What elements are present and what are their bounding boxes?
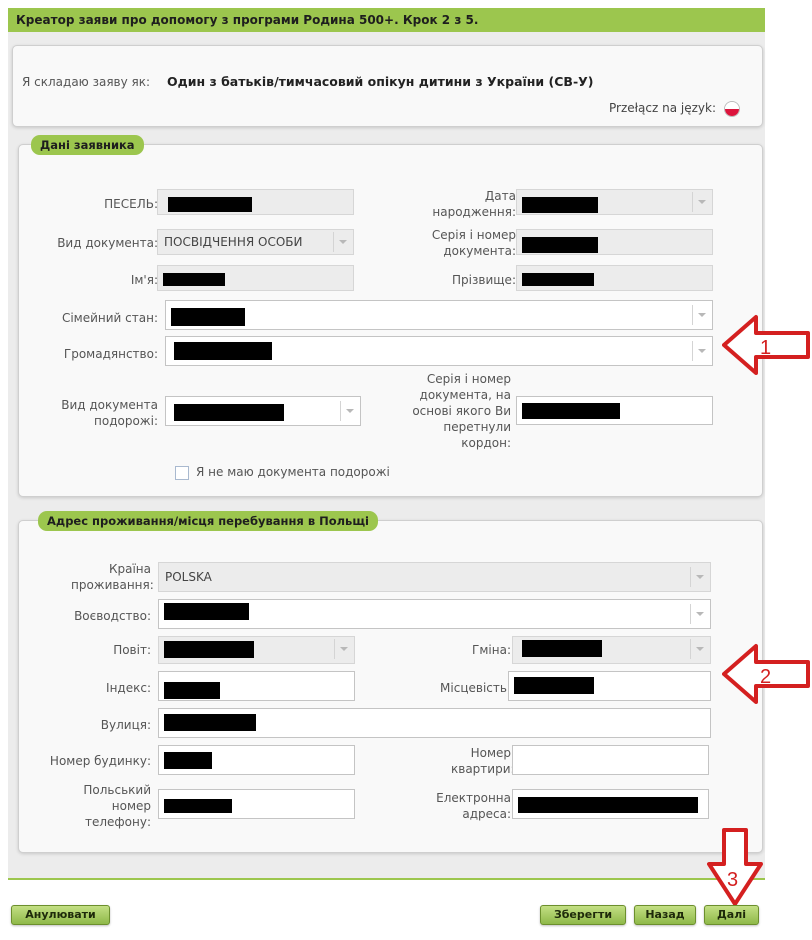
travel-doc-type-label: Вид документа подорожі:	[61, 398, 158, 428]
chevron-down-icon	[690, 567, 708, 587]
cancel-button[interactable]: Анулювати	[11, 905, 110, 925]
redacted-value	[163, 273, 225, 286]
redacted-value	[174, 342, 272, 360]
applicant-panel: Дані заявника ПЕСЕЛЬ: Дата народження: В…	[18, 135, 763, 497]
annotation-arrow-2: 2	[722, 644, 810, 704]
annotation-arrow-3: 3	[707, 828, 763, 906]
annotation-marker-1: 1	[760, 337, 771, 359]
document-type-select: ПОСВІДЧЕННЯ ОСОБИ	[157, 229, 354, 255]
marital-status-label: Сімейний стан:	[61, 311, 158, 325]
redacted-value	[174, 404, 284, 421]
phone-label: Польський номер телефону:	[83, 783, 151, 829]
country-value: POLSKA	[165, 570, 212, 584]
wizard-container: Креатор заяви про допомогу з програми Ро…	[8, 8, 765, 880]
street-field[interactable]	[158, 708, 711, 738]
phone-field[interactable]	[158, 789, 355, 819]
no-travel-doc-checkbox[interactable]	[175, 466, 189, 480]
voivodeship-label: Воєводство:	[74, 609, 151, 623]
address-panel: Адрес проживання/місця перебування в Пол…	[18, 511, 763, 853]
apartment-label: Номер квартири:	[451, 746, 515, 776]
applicant-legend: Дані заявника	[31, 135, 144, 155]
commune-select	[512, 636, 711, 664]
country-label: Країна проживання:	[71, 562, 154, 592]
chevron-down-icon	[692, 192, 710, 212]
chevron-down-icon	[334, 639, 352, 659]
language-switch-label: Przełącz na język:	[609, 101, 716, 115]
chevron-down-icon[interactable]	[340, 401, 358, 421]
redacted-value	[522, 640, 602, 657]
last-name-label: Прізвище:	[452, 273, 516, 287]
locality-field[interactable]	[508, 671, 711, 701]
chevron-down-icon	[690, 639, 708, 659]
redacted-value	[164, 641, 254, 658]
chevron-down-icon[interactable]	[690, 604, 708, 624]
birth-date-field	[516, 189, 713, 215]
house-number-field[interactable]	[158, 745, 355, 775]
postcode-field[interactable]	[158, 671, 355, 701]
border-doc-number-label: Серія і номер документа, на основі якого…	[412, 372, 511, 450]
no-travel-doc-label[interactable]: Я не маю документа подорожі	[196, 465, 390, 479]
email-label: Електронна адреса:	[436, 791, 511, 821]
document-type-value: ПОСВІДЧЕННЯ ОСОБИ	[164, 235, 303, 249]
chevron-down-icon[interactable]	[692, 305, 710, 325]
pesel-label: ПЕСЕЛЬ:	[104, 197, 158, 211]
annotation-marker-3: 3	[727, 869, 738, 891]
last-name-field	[516, 265, 713, 291]
birth-date-label: Дата народження:	[432, 189, 516, 219]
redacted-value	[522, 197, 598, 213]
redacted-value	[171, 308, 245, 326]
border-doc-number-field[interactable]	[516, 396, 713, 425]
back-button[interactable]: Назад	[634, 905, 696, 925]
citizenship-select[interactable]	[165, 336, 713, 366]
first-name-label: Ім'я:	[130, 273, 158, 287]
wizard-title: Креатор заяви про допомогу з програми Ро…	[8, 8, 765, 32]
redacted-value	[522, 403, 620, 419]
role-value: Один з батьків/тимчасовий опікун дитини …	[167, 74, 594, 89]
country-select: POLSKA	[158, 562, 711, 592]
redacted-value	[522, 273, 594, 286]
redacted-value	[518, 797, 698, 813]
district-select	[158, 636, 355, 664]
redacted-value	[164, 603, 249, 620]
document-number-field	[516, 229, 713, 255]
apartment-field[interactable]	[512, 745, 709, 775]
commune-label: Гміна:	[472, 643, 511, 657]
postcode-label: Індекс:	[106, 681, 151, 695]
house-number-label: Номер будинку:	[49, 754, 151, 768]
locality-label: Місцевість:	[440, 681, 511, 695]
redacted-value	[164, 799, 232, 813]
save-button[interactable]: Зберегти	[540, 905, 626, 925]
redacted-value	[522, 237, 598, 253]
voivodeship-select[interactable]	[158, 599, 711, 629]
chevron-down-icon	[333, 232, 351, 252]
pesel-field	[157, 189, 354, 215]
redacted-value	[164, 682, 220, 699]
street-label: Вулиця:	[100, 718, 151, 732]
redacted-value	[514, 677, 594, 694]
district-label: Повіт:	[113, 643, 151, 657]
redacted-value	[168, 197, 252, 212]
chevron-down-icon[interactable]	[692, 341, 710, 361]
citizenship-label: Громадянство:	[63, 347, 158, 361]
email-field[interactable]	[512, 789, 709, 819]
role-panel: Я складаю заяву як: Один з батьків/тимча…	[12, 45, 763, 127]
address-legend: Адрес проживання/місця перебування в Пол…	[38, 511, 378, 531]
travel-doc-type-select[interactable]	[165, 396, 361, 426]
first-name-field	[157, 265, 354, 291]
next-button[interactable]: Далі	[704, 905, 759, 925]
role-label: Я складаю заяву як:	[22, 75, 151, 89]
annotation-marker-2: 2	[760, 666, 771, 688]
marital-status-select[interactable]	[165, 300, 713, 330]
document-type-label: Вид документа:	[57, 236, 158, 250]
redacted-value	[164, 714, 256, 731]
document-number-label: Серія і номер документа:	[431, 228, 516, 258]
annotation-arrow-1: 1	[722, 315, 810, 375]
polish-flag-icon[interactable]	[724, 101, 740, 117]
redacted-value	[164, 752, 212, 769]
